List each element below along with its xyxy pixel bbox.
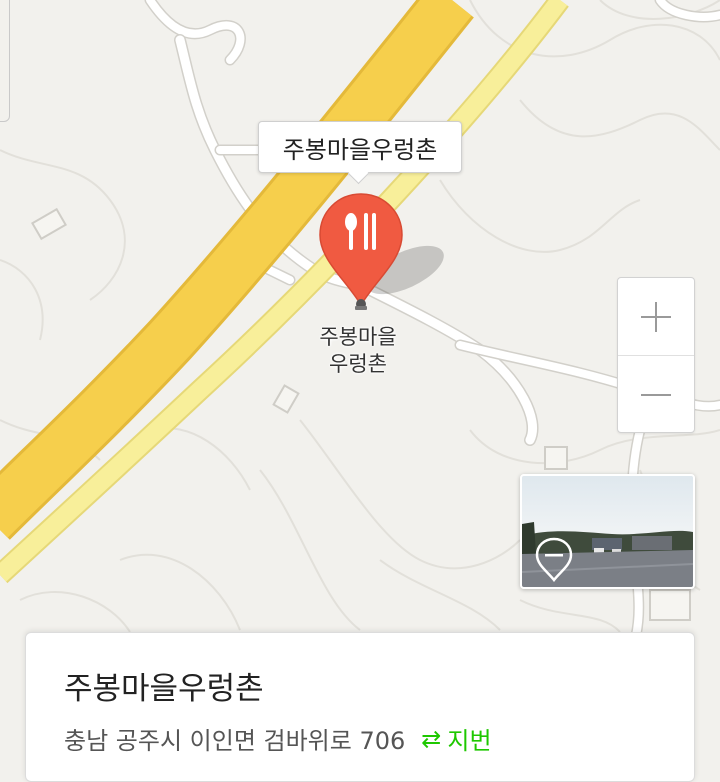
swap-arrows-icon: ⇄ [421, 724, 442, 753]
marker-label-line2: 우렁촌 [329, 352, 387, 376]
zoom-in-button[interactable] [618, 278, 694, 356]
plus-icon [641, 301, 671, 332]
jibun-toggle-label: 지번 [447, 727, 492, 755]
zoom-control [617, 277, 695, 433]
minus-icon [641, 393, 671, 396]
marker-label-line1: 주봉마을 [319, 325, 397, 349]
place-info-card[interactable]: 주봉마을우렁촌 충남 공주시 이인면 검바위로 706 ⇄ 지번 [25, 632, 695, 782]
jibun-toggle-button[interactable]: ⇄ 지번 [421, 721, 491, 756]
restaurant-marker[interactable] [316, 190, 406, 312]
marker-label: 주봉마을 우렁촌 [296, 324, 420, 378]
road-address: 충남 공주시 이인면 검바위로 706 [64, 727, 406, 755]
roadview-pin-icon [535, 537, 573, 582]
place-callout[interactable]: 주봉마을우렁촌 [258, 121, 462, 173]
side-panel-edge[interactable] [0, 0, 10, 122]
place-title[interactable]: 주봉마을우렁촌 [64, 663, 264, 708]
roadview-thumbnail[interactable] [520, 474, 695, 589]
restaurant-icon [319, 193, 403, 310]
callout-label: 주봉마을우렁촌 [282, 135, 438, 164]
address-row: 충남 공주시 이인면 검바위로 706 ⇄ 지번 [64, 721, 492, 756]
secondary-road [0, 0, 569, 584]
zoom-out-button[interactable] [618, 356, 694, 433]
